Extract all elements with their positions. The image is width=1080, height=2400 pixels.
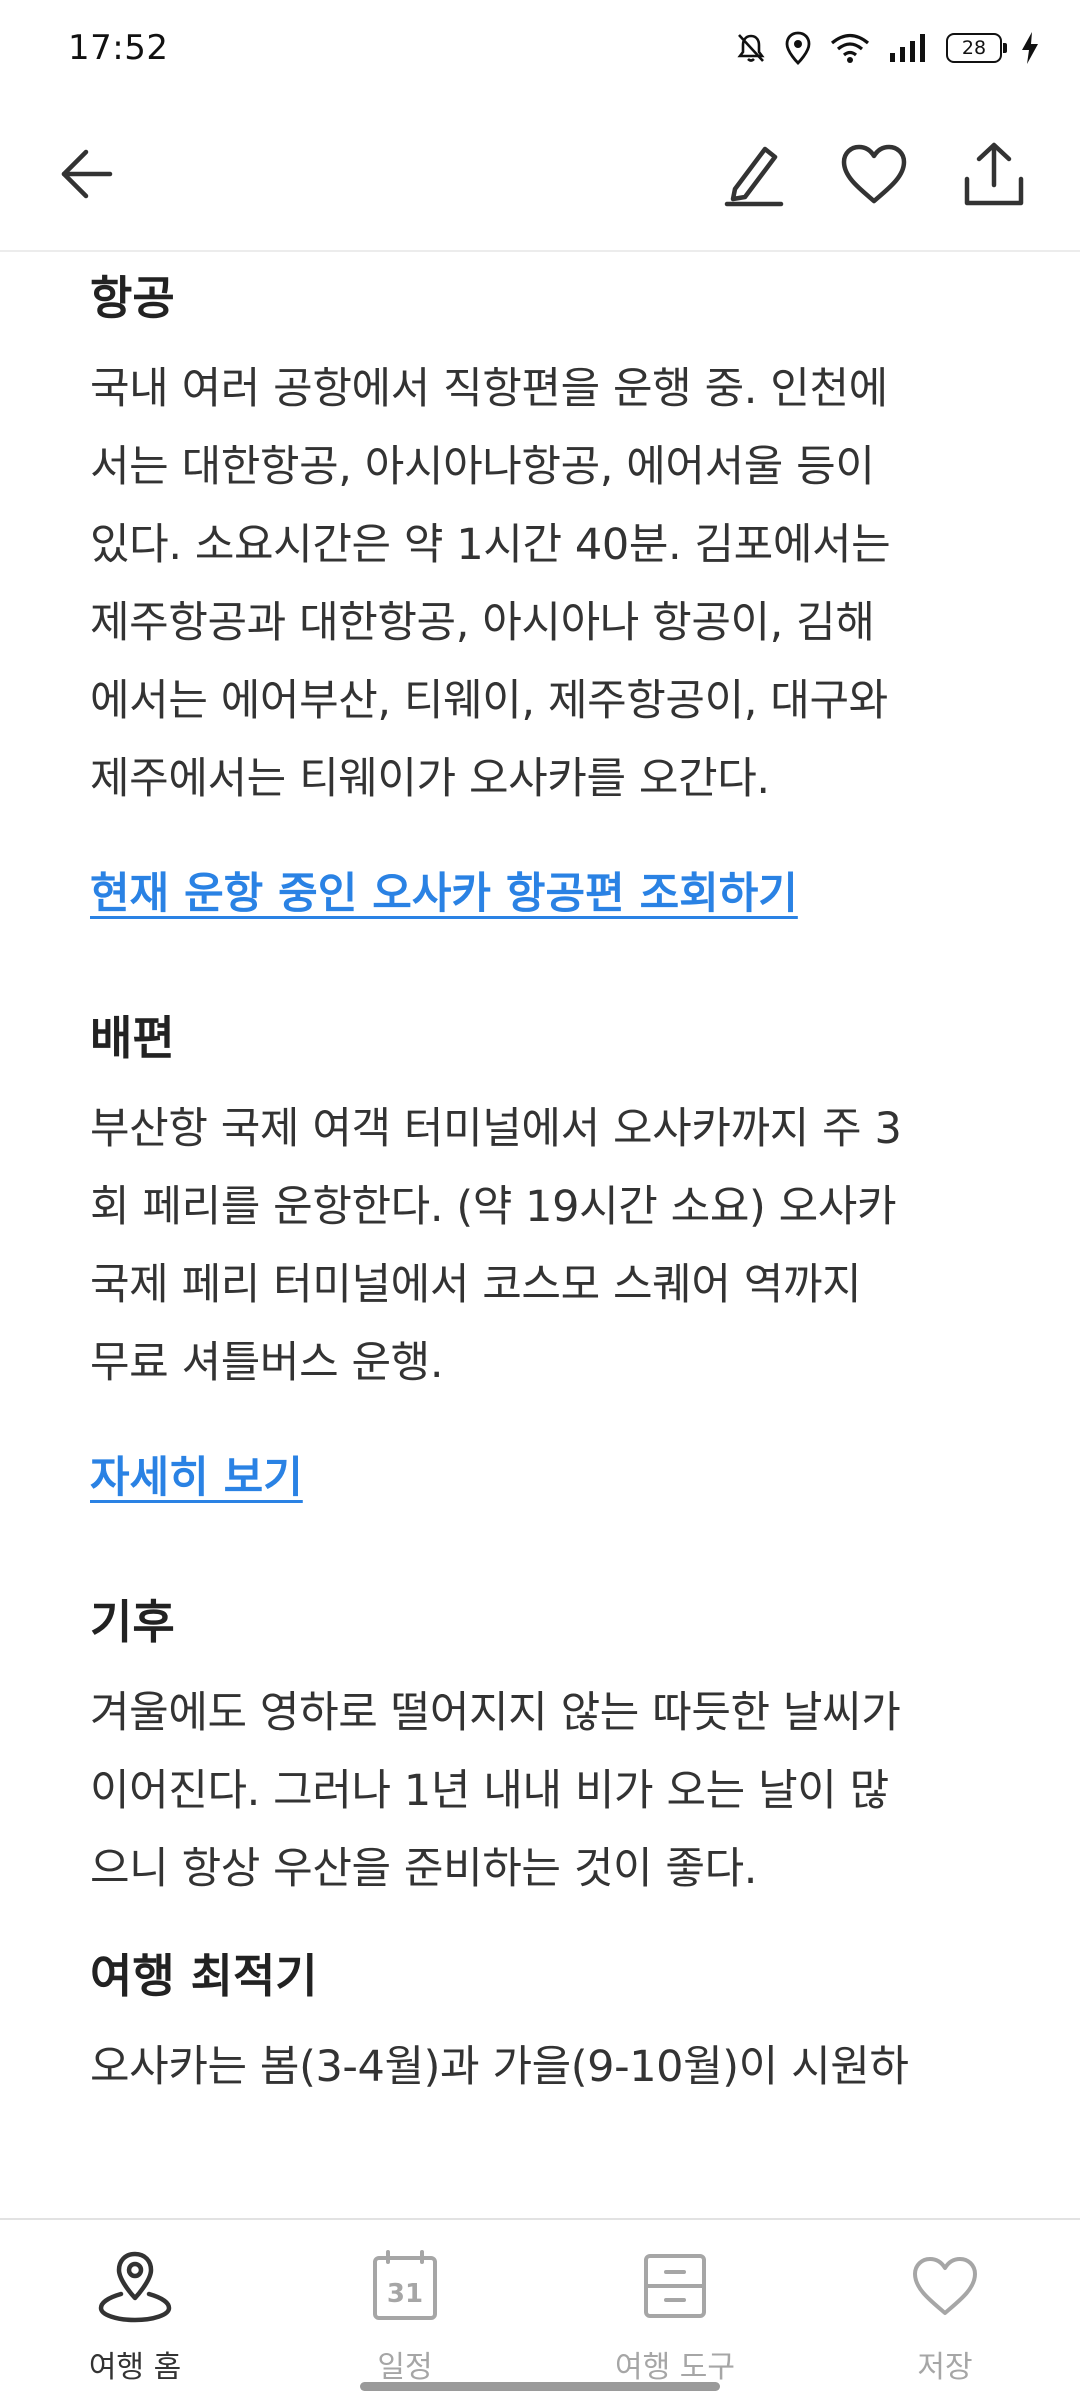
section-climate: 기후 겨울에도 영하로 떨어지지 않는 따듯한 날씨가 이어진다. 그러나 1년… [90,1590,1000,1908]
toolbox-icon [644,2254,706,2318]
nav-item-travel-tools[interactable]: 여행 도구 [540,2220,810,2400]
section-body-best-time: 오사카는 봄(3-4월)과 가을(9-10월)이 시원하 [90,2028,1000,2106]
section-air: 항공 국내 여러 공항에서 직항편을 운행 중. 인천에 서는 대한항공, 아시… [90,266,1000,926]
body-line: 부산항 국제 여객 터미널에서 오사카까지 주 3 [90,1104,902,1154]
flight-search-link[interactable]: 현재 운항 중인 오사카 항공편 조회하기 [90,862,798,926]
share-button[interactable] [954,134,1034,214]
section-best-time: 여행 최적기 오사카는 봄(3-4월)과 가을(9-10월)이 시원하 [90,1944,1000,2106]
nav-label: 여행 도구 [615,2350,735,2385]
travel-info-content: 항공 국내 여러 공항에서 직항편을 운행 중. 인천에 서는 대한항공, 아시… [90,252,1000,2218]
wifi-icon [830,33,870,63]
back-arrow-icon [61,149,113,199]
body-line: 무료 셔틀버스 운행. [90,1338,444,1388]
app-bar [0,96,1080,252]
section-title-ship: 배편 [90,1011,175,1065]
nav-label: 일정 [377,2350,433,2385]
nav-label: 저장 [917,2350,973,2385]
heart-icon [841,144,907,204]
status-time: 17:52 [68,28,169,68]
body-line: 겨울에도 영하로 떨어지지 않는 따듯한 날씨가 [90,1688,901,1738]
home-indicator[interactable] [360,2382,720,2391]
section-body-climate: 겨울에도 영하로 떨어지지 않는 따듯한 날씨가 이어진다. 그러나 1년 내내… [90,1674,1000,1908]
section-body-air: 국내 여러 공항에서 직항편을 운행 중. 인천에 서는 대한항공, 아시아나항… [90,350,1000,818]
body-line: 에서는 에어부산, 티웨이, 제주항공이, 대구와 [90,676,888,726]
body-line: 으니 항상 우산을 준비하는 것이 좋다. [90,1844,758,1894]
map-pin-icon [98,2251,172,2323]
body-line: 오사카는 봄(3-4월)과 가을(9-10월)이 시원하 [90,2042,909,2092]
status-icons: 28 [736,31,1040,65]
mute-bell-icon [737,34,765,62]
charging-icon [1022,32,1038,64]
heart-icon [913,2257,977,2315]
calendar-icon: 31 [373,2250,437,2320]
status-bar: 17:52 28 [0,0,1080,96]
section-title-air: 항공 [90,271,175,325]
battery-level: 28 [961,37,987,59]
back-button[interactable] [46,134,126,214]
signal-icon [890,34,925,62]
nav-label: 여행 홈 [88,2350,182,2385]
section-title-climate: 기후 [90,1595,175,1649]
edit-button[interactable] [714,134,794,214]
bottom-nav: 여행 홈 31 일정 여행 도구 저장 [0,2218,1080,2400]
favorite-button[interactable] [834,134,914,214]
nav-item-saved[interactable]: 저장 [810,2220,1080,2400]
body-line: 제주항공과 대한항공, 아시아나 항공이, 김해 [90,598,875,648]
calendar-day: 31 [387,2279,423,2309]
location-icon [785,31,811,65]
battery-icon: 28 [946,33,1007,63]
section-body-ship: 부산항 국제 여객 터미널에서 오사카까지 주 3 회 페리를 운항한다. (약… [90,1090,1000,1402]
nav-item-schedule[interactable]: 31 일정 [270,2220,540,2400]
share-icon [964,142,1024,206]
body-line: 서는 대한항공, 아시아나항공, 에어서울 등이 [90,442,875,492]
body-line: 국내 여러 공항에서 직항편을 운행 중. 인천에 [90,364,888,414]
pencil-icon [724,146,784,207]
body-line: 국제 페리 터미널에서 코스모 스퀘어 역까지 [90,1260,862,1310]
body-line: 회 페리를 운항한다. (약 19시간 소요) 오사카 [90,1182,897,1232]
body-line: 이어진다. 그러나 1년 내내 비가 오는 날이 많 [90,1766,889,1816]
nav-item-travel-home[interactable]: 여행 홈 [0,2220,270,2400]
body-line: 있다. 소요시간은 약 1시간 40분. 김포에서는 [90,520,891,570]
body-line: 제주에서는 티웨이가 오사카를 오간다. [90,754,770,804]
ferry-details-link[interactable]: 자세히 보기 [90,1446,303,1510]
section-title-best-time: 여행 최적기 [90,1949,318,2003]
section-ship: 배편 부산항 국제 여객 터미널에서 오사카까지 주 3 회 페리를 운항한다.… [90,1006,1000,1510]
